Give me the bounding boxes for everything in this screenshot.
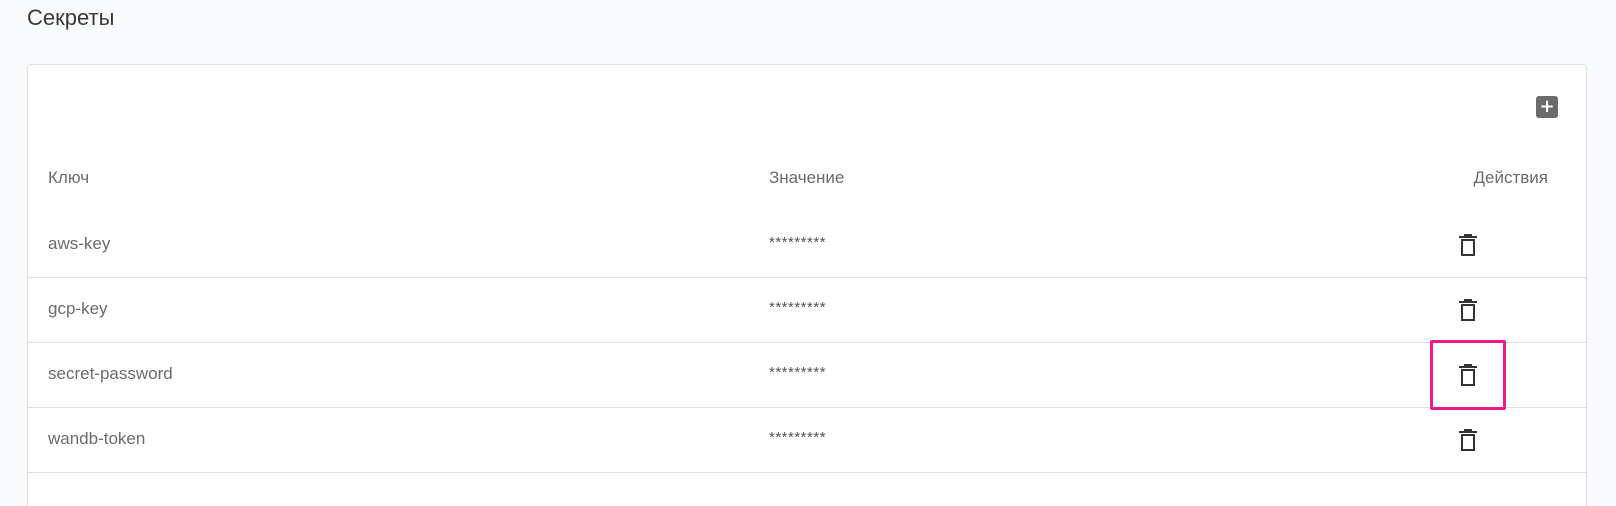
- plus-icon: +: [1539, 96, 1555, 117]
- secret-key: gcp-key: [48, 299, 108, 318]
- page-title: Секреты: [27, 5, 115, 30]
- add-secret-button[interactable]: +: [1536, 96, 1558, 118]
- secrets-table: Ключ Значение Действия aws-key *********…: [28, 147, 1586, 473]
- trash-icon: [1458, 233, 1478, 257]
- secret-key: aws-key: [48, 234, 111, 253]
- secret-key: secret-password: [48, 364, 173, 383]
- table-row: secret-password *********: [28, 340, 1586, 410]
- secrets-page: Секреты + Ключ Значение Действия aws-key…: [0, 0, 1616, 506]
- trash-icon: [1458, 428, 1478, 452]
- secrets-card: + Ключ Значение Действия aws-key *******…: [27, 64, 1587, 506]
- column-header-value: Значение: [769, 168, 845, 187]
- secret-value: *********: [769, 364, 827, 381]
- trash-icon: [1458, 363, 1478, 387]
- delete-secret-button[interactable]: [1433, 408, 1503, 472]
- secret-value: *********: [769, 429, 827, 446]
- delete-secret-button[interactable]: [1433, 278, 1503, 342]
- table-row: gcp-key *********: [28, 278, 1586, 343]
- table-row: aws-key *********: [28, 213, 1586, 278]
- table-header: Ключ Значение Действия: [28, 147, 1586, 213]
- column-header-key: Ключ: [48, 168, 90, 187]
- delete-secret-button-highlighted[interactable]: [1430, 340, 1506, 410]
- column-header-actions: Действия: [1473, 168, 1548, 187]
- secret-value: *********: [769, 299, 827, 316]
- secret-key: wandb-token: [48, 429, 146, 448]
- secret-value: *********: [769, 234, 827, 251]
- delete-secret-button[interactable]: [1433, 213, 1503, 277]
- table-row: wandb-token *********: [28, 408, 1586, 473]
- trash-icon: [1458, 298, 1478, 322]
